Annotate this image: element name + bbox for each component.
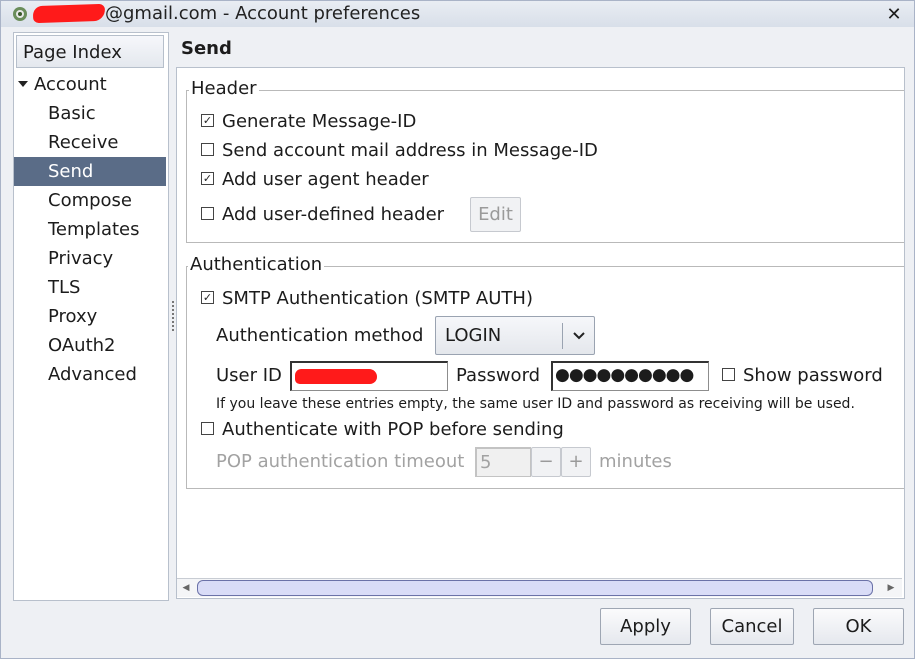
cancel-button[interactable]: Cancel [710, 608, 794, 645]
scrollbar-thumb[interactable] [197, 580, 873, 596]
tree-root-label: Account [34, 74, 107, 95]
send-account-address-checkbox[interactable]: Send account mail address in Message-ID [201, 140, 598, 161]
send-account-address-label: Send account mail address in Message-ID [222, 140, 598, 161]
sidebar-item-proxy[interactable]: Proxy [14, 302, 166, 331]
apply-button[interactable]: Apply [600, 608, 691, 645]
user-agent-header-label: Add user agent header [222, 169, 429, 190]
checkbox-unchecked-icon[interactable] [722, 367, 735, 381]
pop-timeout-unit: minutes [599, 451, 672, 472]
checkbox-unchecked-icon[interactable] [201, 142, 214, 156]
sidebar-item-compose[interactable]: Compose [14, 186, 166, 215]
checkbox-checked-icon[interactable]: ✓ [201, 290, 214, 304]
preferences-window: @gmail.com - Account preferences ✕ Page … [0, 0, 915, 659]
checkbox-unchecked-icon[interactable] [201, 206, 214, 220]
page-index-header[interactable]: Page Index [16, 35, 164, 68]
checkbox-checked-icon[interactable]: ✓ [201, 171, 214, 185]
tree-root-account[interactable]: Account [18, 73, 107, 97]
password-mask: ●●●●●●●●●● [555, 365, 694, 385]
horizontal-scrollbar[interactable]: ◀ ▶ [177, 578, 902, 597]
sidebar-item-templates[interactable]: Templates [14, 215, 166, 244]
page-title: Send [181, 38, 232, 59]
user-defined-header-checkbox[interactable]: Add user-defined header [201, 204, 444, 225]
select-divider [562, 323, 563, 349]
page-index-sidebar: Page Index Account Basic Receive Send Co… [13, 32, 169, 601]
expand-arrow-icon[interactable] [18, 80, 28, 87]
smtp-auth-label: SMTP Authentication (SMTP AUTH) [222, 288, 533, 309]
sidebar-item-privacy[interactable]: Privacy [14, 244, 166, 273]
sidebar-item-send[interactable]: Send [14, 157, 166, 186]
scroll-left-icon[interactable]: ◀ [178, 581, 194, 595]
scroll-right-icon[interactable]: ▶ [883, 581, 899, 595]
sidebar-item-advanced[interactable]: Advanced [14, 360, 166, 389]
sidebar-item-oauth2[interactable]: OAuth2 [14, 331, 166, 360]
decrement-button[interactable]: − [531, 447, 561, 477]
show-password-checkbox[interactable]: Show password [722, 365, 883, 386]
user-agent-header-checkbox[interactable]: ✓ Add user agent header [201, 169, 429, 190]
send-settings-panel: Header ✓ Generate Message-ID Send account… [176, 67, 905, 599]
close-icon[interactable]: ✕ [883, 4, 905, 26]
password-label: Password [456, 365, 541, 386]
generate-message-id-checkbox[interactable]: ✓ Generate Message-ID [201, 111, 416, 132]
sidebar-item-receive[interactable]: Receive [14, 128, 166, 157]
redacted-user-id [295, 369, 377, 384]
mail-app-icon [13, 7, 27, 21]
user-id-input[interactable] [290, 361, 448, 391]
auth-method-label: Authentication method [216, 325, 424, 346]
user-id-label: User ID [216, 365, 282, 386]
increment-button[interactable]: + [561, 447, 591, 477]
sidebar-item-tls[interactable]: TLS [14, 273, 166, 302]
header-group-title: Header [189, 78, 259, 99]
user-defined-header-label: Add user-defined header [222, 204, 445, 225]
pop-timeout-spinbox[interactable]: 5 [475, 447, 531, 477]
auth-hint-text: If you leave these entries empty, the sa… [216, 396, 855, 412]
window-title: @gmail.com - Account preferences [105, 3, 421, 24]
checkbox-checked-icon[interactable]: ✓ [201, 113, 214, 127]
pop-timeout-label: POP authentication timeout [216, 451, 465, 472]
ok-button[interactable]: OK [813, 608, 904, 645]
password-input[interactable]: ●●●●●●●●●● [551, 361, 709, 391]
pop-timeout-value: 5 [480, 452, 492, 473]
edit-header-button[interactable]: Edit [470, 197, 521, 232]
sidebar-item-basic[interactable]: Basic [14, 99, 166, 128]
pop-before-smtp-checkbox[interactable]: Authenticate with POP before sending [201, 419, 564, 440]
chevron-down-icon[interactable] [572, 331, 586, 341]
smtp-auth-checkbox[interactable]: ✓ SMTP Authentication (SMTP AUTH) [201, 288, 533, 309]
redacted-username [32, 3, 106, 24]
checkbox-unchecked-icon[interactable] [201, 421, 214, 435]
auth-method-select[interactable]: LOGIN [435, 316, 595, 355]
title-bar: @gmail.com - Account preferences ✕ [1, 1, 914, 27]
pop-before-smtp-label: Authenticate with POP before sending [222, 419, 564, 440]
auth-method-value: LOGIN [445, 325, 502, 346]
show-password-label: Show password [743, 365, 883, 386]
auth-group-title: Authentication [188, 254, 325, 275]
generate-message-id-label: Generate Message-ID [222, 111, 417, 132]
